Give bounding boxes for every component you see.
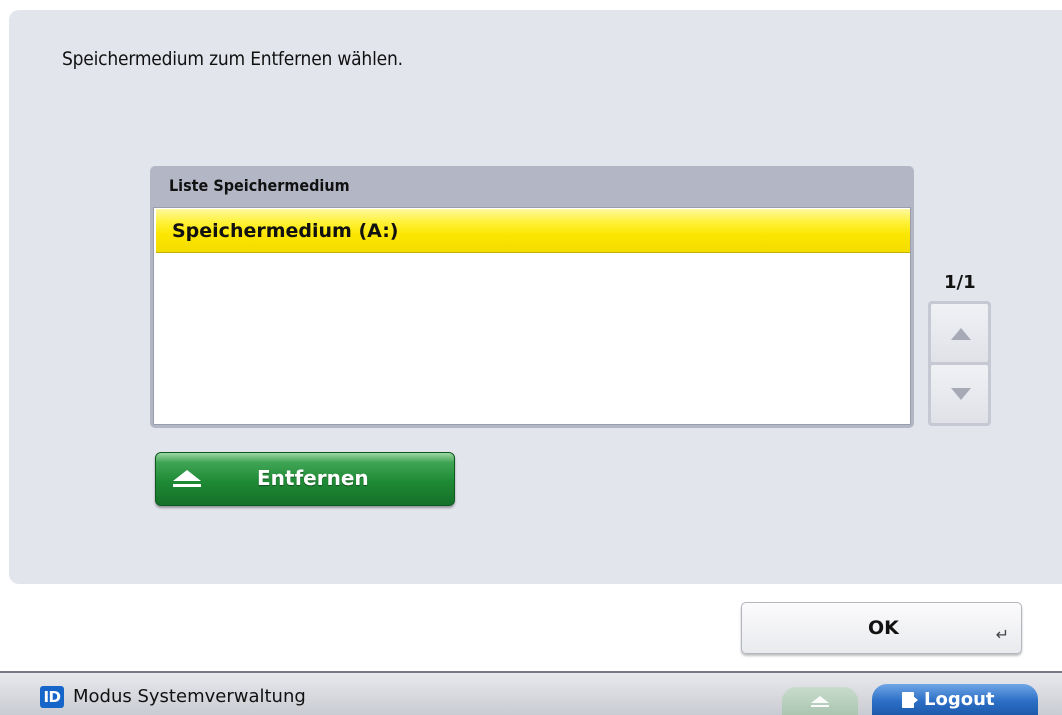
storage-list-item[interactable]: Speichermedium (A:) [156,209,910,253]
storage-list-header: Liste Speichermedium [169,176,350,195]
instruction-text: Speichermedium zum Entfernen wählen. [62,48,403,70]
enter-icon: ↵ [995,625,1009,644]
page-indicator: 1/1 [944,272,976,293]
logout-button[interactable]: Logout [872,684,1038,715]
status-eject-button[interactable] [782,687,858,715]
scroll-buttons [928,301,991,426]
ok-button[interactable]: OK ↵ [741,602,1022,654]
ok-label: OK [868,617,899,639]
arrow-down-icon [951,388,971,400]
mode-label: Modus Systemverwaltung [73,686,306,707]
id-badge-icon: ID [40,686,64,708]
logout-door-icon [902,692,918,708]
storage-list-item-label: Speichermedium (A:) [172,220,399,242]
scroll-down-button[interactable] [931,365,988,423]
logout-label: Logout [924,689,995,710]
scroll-up-button[interactable] [931,304,988,362]
remove-media-label: Entfernen [257,466,369,490]
arrow-up-icon [951,328,971,340]
eject-icon [173,470,201,488]
remove-media-button[interactable]: Entfernen [155,452,455,506]
status-bar: ID Modus Systemverwaltung Logout [0,671,1062,715]
eject-icon [811,696,829,703]
